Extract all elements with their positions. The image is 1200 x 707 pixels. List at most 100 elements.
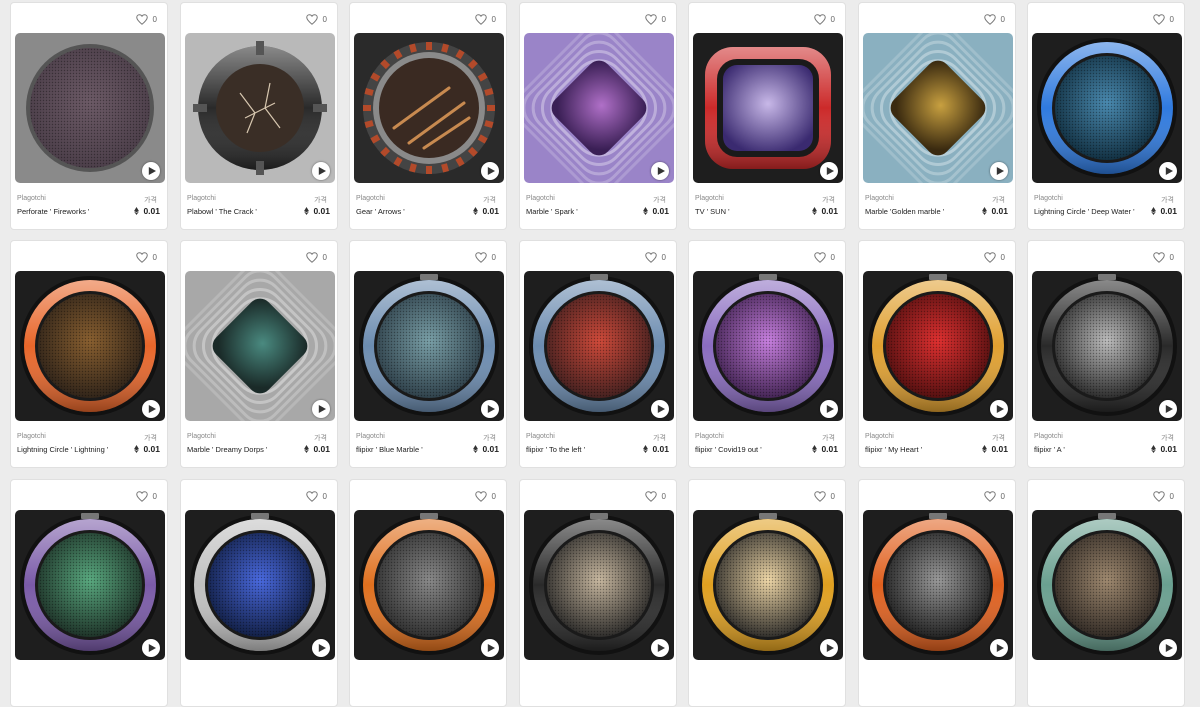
like-button[interactable]: 0 [813,12,835,26]
like-button[interactable]: 0 [474,12,496,26]
nft-card[interactable]: 0 Plagotchi 가격 Gear ' Arrows ' 0.01 [349,2,507,230]
artwork-preview[interactable] [1032,510,1182,660]
play-button[interactable] [820,400,838,418]
play-button[interactable] [1159,639,1177,657]
play-button[interactable] [651,400,669,418]
item-name[interactable]: flipixr ' A ' [1034,445,1065,454]
item-name[interactable]: flipixr ' Covid19 out ' [695,445,762,454]
creator-name[interactable]: Plagotchi [695,433,724,440]
nft-card[interactable]: 0 [519,479,677,707]
artwork-preview[interactable] [863,33,1013,183]
nft-card[interactable]: 0 Plagotchi 가격 flipixr ' Blue Marble ' 0… [349,240,507,468]
nft-card[interactable]: 0 [858,479,1016,707]
creator-name[interactable]: Plagotchi [1034,433,1063,440]
item-name[interactable]: Lightning Circle ' Deep Water ' [1034,207,1135,216]
like-button[interactable]: 0 [983,12,1005,26]
nft-card[interactable]: 0 Plagotchi 가격 Plabowl ' The Crack ' 0.0… [180,2,338,230]
creator-name[interactable]: Plagotchi [187,433,216,440]
like-button[interactable]: 0 [305,250,327,264]
like-button[interactable]: 0 [1152,489,1174,503]
like-button[interactable]: 0 [644,12,666,26]
play-button[interactable] [651,162,669,180]
like-button[interactable]: 0 [1152,12,1174,26]
like-button[interactable]: 0 [474,250,496,264]
nft-card[interactable]: 0 [1027,479,1185,707]
creator-name[interactable]: Plagotchi [526,433,555,440]
play-button[interactable] [142,400,160,418]
artwork-preview[interactable] [185,510,335,660]
nft-card[interactable]: 0 Plagotchi 가격 TV ' SUN ' 0.01 [688,2,846,230]
artwork-preview[interactable] [354,510,504,660]
nft-card[interactable]: 0 Plagotchi 가격 Marble ' Spark ' 0.01 [519,2,677,230]
nft-card[interactable]: 0 Plagotchi 가격 Lightning Circle ' [10,240,168,468]
artwork-preview[interactable] [863,271,1013,421]
artwork-preview[interactable] [524,33,674,183]
nft-card[interactable]: 0 Plagotchi 가격 Lightning Circle ' [1027,2,1185,230]
play-button[interactable] [312,162,330,180]
like-button[interactable]: 0 [135,489,157,503]
artwork-preview[interactable] [354,33,504,183]
play-button[interactable] [481,400,499,418]
creator-name[interactable]: Plagotchi [695,195,724,202]
play-button[interactable] [312,400,330,418]
item-name[interactable]: Perforate ' Fireworks ' [17,207,89,216]
nft-card[interactable]: 0 [10,479,168,707]
creator-name[interactable]: Plagotchi [17,195,46,202]
item-name[interactable]: Gear ' Arrows ' [356,207,405,216]
play-button[interactable] [142,639,160,657]
artwork-preview[interactable] [693,33,843,183]
like-button[interactable]: 0 [135,250,157,264]
play-button[interactable] [1159,162,1177,180]
like-button[interactable]: 0 [644,250,666,264]
play-button[interactable] [651,639,669,657]
item-name[interactable]: flipixr ' Blue Marble ' [356,445,423,454]
artwork-preview[interactable] [1032,33,1182,183]
nft-card[interactable]: 0 [180,479,338,707]
creator-name[interactable]: Plagotchi [187,195,216,202]
play-button[interactable] [312,639,330,657]
play-button[interactable] [820,162,838,180]
nft-card[interactable]: 0 [349,479,507,707]
play-button[interactable] [1159,400,1177,418]
item-name[interactable]: flipixr ' My Heart ' [865,445,922,454]
like-button[interactable]: 0 [305,489,327,503]
like-button[interactable]: 0 [135,12,157,26]
artwork-preview[interactable] [693,271,843,421]
item-name[interactable]: Marble 'Golden marble ' [865,207,944,216]
artwork-preview[interactable] [15,510,165,660]
artwork-preview[interactable] [185,271,335,421]
play-button[interactable] [142,162,160,180]
artwork-preview[interactable] [524,271,674,421]
artwork-preview[interactable] [354,271,504,421]
creator-name[interactable]: Plagotchi [1034,195,1063,202]
like-button[interactable]: 0 [1152,250,1174,264]
nft-card[interactable]: 0 Plagotchi 가격 flipixr ' A ' 0.01 [1027,240,1185,468]
play-button[interactable] [990,162,1008,180]
item-name[interactable]: Marble ' Spark ' [526,207,578,216]
item-name[interactable]: Marble ' Dreamy Dorps ' [187,445,267,454]
artwork-preview[interactable] [15,33,165,183]
item-name[interactable]: Lightning Circle ' Lightning ' [17,445,108,454]
play-button[interactable] [990,639,1008,657]
nft-card[interactable]: 0 Plagotchi 가격 Marble ' Dreamy Dorps ' 0… [180,240,338,468]
creator-name[interactable]: Plagotchi [865,195,894,202]
nft-card[interactable]: 0 Plagotchi 가격 flipixr ' My Heart ' 0.01 [858,240,1016,468]
creator-name[interactable]: Plagotchi [17,433,46,440]
like-button[interactable]: 0 [983,489,1005,503]
artwork-preview[interactable] [863,510,1013,660]
nft-card[interactable]: 0 Plagotchi 가격 flipixr ' To the left ' 0… [519,240,677,468]
like-button[interactable]: 0 [813,489,835,503]
play-button[interactable] [481,639,499,657]
like-button[interactable]: 0 [983,250,1005,264]
nft-card[interactable]: 0 Plagotchi 가격 flipixr ' Covid19 out ' 0… [688,240,846,468]
like-button[interactable]: 0 [644,489,666,503]
artwork-preview[interactable] [693,510,843,660]
creator-name[interactable]: Plagotchi [356,433,385,440]
creator-name[interactable]: Plagotchi [865,433,894,440]
item-name[interactable]: Plabowl ' The Crack ' [187,207,257,216]
artwork-preview[interactable] [524,510,674,660]
like-button[interactable]: 0 [474,489,496,503]
item-name[interactable]: TV ' SUN ' [695,207,730,216]
artwork-preview[interactable] [15,271,165,421]
artwork-preview[interactable] [185,33,335,183]
